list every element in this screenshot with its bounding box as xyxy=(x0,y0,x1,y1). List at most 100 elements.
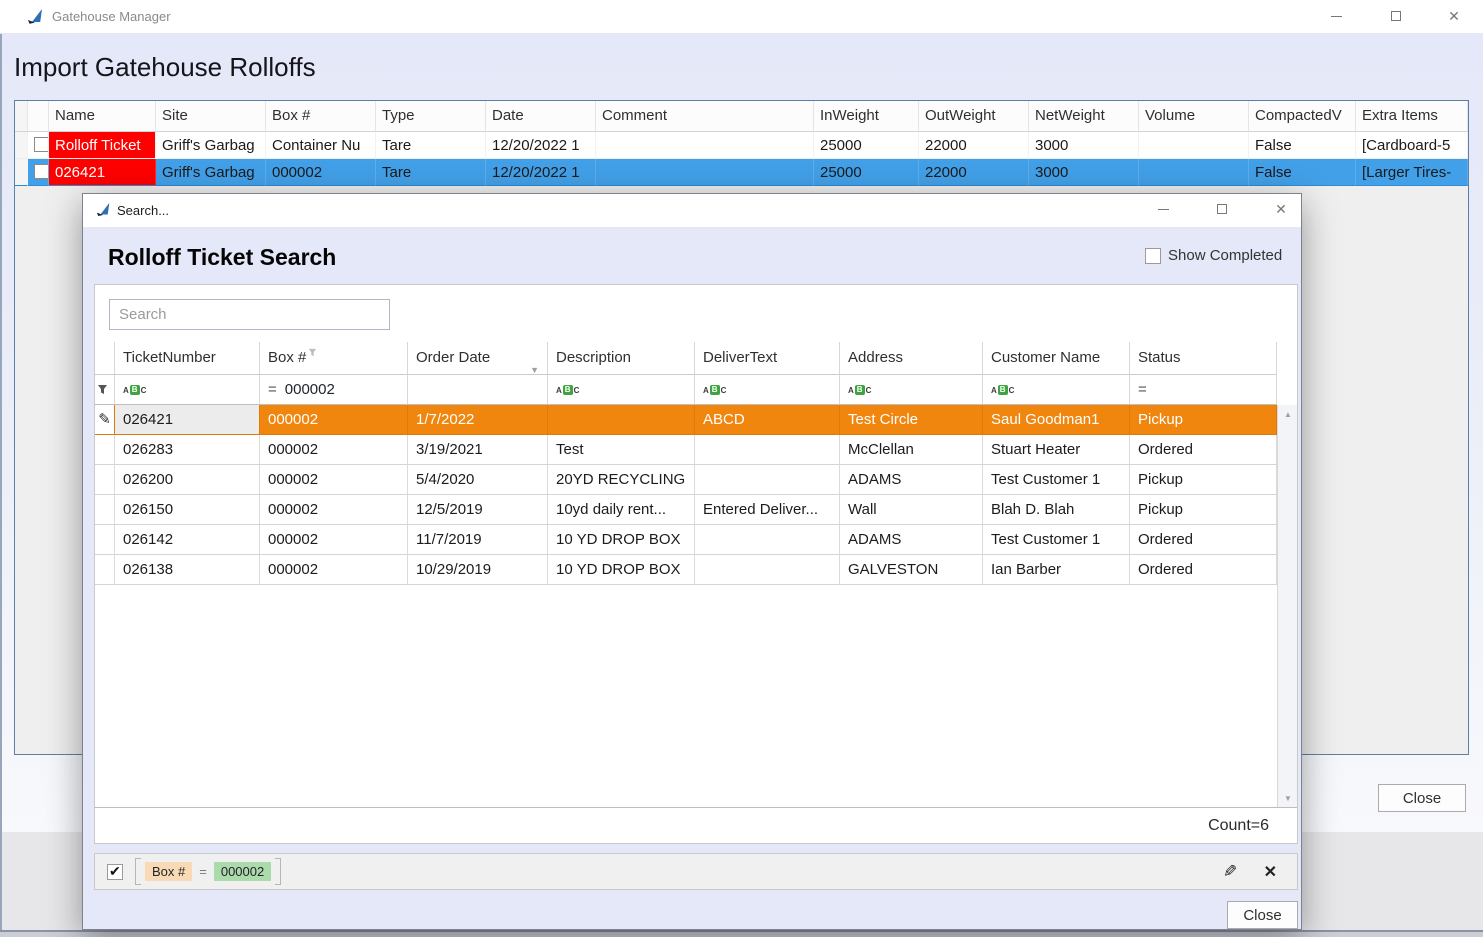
main-maximize-button[interactable] xyxy=(1376,3,1416,29)
column-header-type[interactable]: Type xyxy=(376,101,486,132)
dialog-close-button[interactable]: Close xyxy=(1227,901,1298,929)
filter-enabled-checkbox[interactable]: ✔ xyxy=(107,864,123,880)
cell-status[interactable]: Pickup xyxy=(1130,495,1277,525)
grid-row[interactable]: 026138 000002 10/29/2019 10 YD DROP BOX … xyxy=(95,555,1277,585)
cell-box[interactable]: 000002 xyxy=(260,435,408,465)
column-header-comment[interactable]: Comment xyxy=(596,101,814,132)
column-header-status[interactable]: Status xyxy=(1130,342,1277,375)
column-header-description[interactable]: Description xyxy=(548,342,695,375)
main-close-button[interactable]: Close xyxy=(1378,784,1466,812)
cell-outweight[interactable]: 22000 xyxy=(919,132,1029,159)
cell-box[interactable]: Container Nu xyxy=(266,132,376,159)
cell-description[interactable]: 10 YD DROP BOX xyxy=(548,555,695,585)
grid-row[interactable]: 026142 000002 11/7/2019 10 YD DROP BOX A… xyxy=(95,525,1277,555)
main-minimize-button[interactable] xyxy=(1316,3,1356,29)
cell-status[interactable]: Ordered xyxy=(1130,435,1277,465)
dialog-close-window-button[interactable]: ✕ xyxy=(1261,196,1301,222)
cell-outweight[interactable]: 22000 xyxy=(919,159,1029,186)
scroll-down-icon[interactable]: ▼ xyxy=(1278,789,1298,807)
equals-operator-icon[interactable]: = xyxy=(1138,375,1147,404)
cell-orderdate[interactable]: 3/19/2021 xyxy=(408,435,548,465)
cell-orderdate[interactable]: 11/7/2019 xyxy=(408,525,548,555)
cell-volume[interactable] xyxy=(1139,159,1249,186)
cell-box[interactable]: 000002 xyxy=(260,525,408,555)
column-header-address[interactable]: Address xyxy=(840,342,983,375)
column-header-volume[interactable]: Volume xyxy=(1139,101,1249,132)
cell-extra-items[interactable]: [Larger Tires- xyxy=(1356,159,1468,186)
cell-address[interactable]: ADAMS xyxy=(840,465,983,495)
row-checkbox[interactable] xyxy=(34,137,49,152)
filter-cell-address[interactable]: ABC xyxy=(840,375,983,405)
column-header-name[interactable]: Name xyxy=(49,101,156,132)
column-header-ticketnumber[interactable]: TicketNumber xyxy=(115,342,260,375)
cell-box[interactable]: 000002 xyxy=(260,495,408,525)
table-row-selected[interactable]: 026421 Griff's Garbag 000002 Tare 12/20/… xyxy=(15,159,1468,186)
filter-cell-ticketnumber[interactable]: ABC xyxy=(115,375,260,405)
cell-customer[interactable]: Stuart Heater xyxy=(983,435,1130,465)
filter-operator[interactable]: = xyxy=(199,864,207,879)
column-header-box[interactable]: Box # xyxy=(266,101,376,132)
cell-orderdate[interactable]: 12/5/2019 xyxy=(408,495,548,525)
cell-orderdate[interactable]: 1/7/2022 xyxy=(408,405,548,435)
cell-volume[interactable] xyxy=(1139,132,1249,159)
column-header-netweight[interactable]: NetWeight xyxy=(1029,101,1139,132)
cell-orderdate[interactable]: 10/29/2019 xyxy=(408,555,548,585)
equals-operator-icon[interactable]: = xyxy=(268,375,277,404)
filter-value-box[interactable]: 000002 xyxy=(285,375,335,404)
cell-type[interactable]: Tare xyxy=(376,132,486,159)
cell-compactedv[interactable]: False xyxy=(1249,132,1356,159)
cell-box[interactable]: 000002 xyxy=(260,555,408,585)
cell-status[interactable]: Pickup xyxy=(1130,405,1277,435)
cell-customer[interactable]: Test Customer 1 xyxy=(983,525,1130,555)
cell-description[interactable]: Test xyxy=(548,435,695,465)
cell-compactedv[interactable]: False xyxy=(1249,159,1356,186)
column-header-orderdate[interactable]: Order Date▼ xyxy=(408,342,548,375)
grid-row-selected[interactable]: ✎ 026421 000002 1/7/2022 ABCD Test Circl… xyxy=(95,405,1277,435)
cell-name[interactable]: 026421 xyxy=(49,159,156,186)
cell-description[interactable] xyxy=(548,405,695,435)
cell-comment[interactable] xyxy=(596,159,814,186)
checkbox-column-header[interactable] xyxy=(28,101,49,132)
cell-description[interactable]: 20YD RECYCLING xyxy=(548,465,695,495)
cell-delivertext[interactable] xyxy=(695,465,840,495)
table-row[interactable]: Rolloff Ticket Griff's Garbag Container … xyxy=(15,132,1468,159)
cell-customer[interactable]: Saul Goodman1 xyxy=(983,405,1130,435)
filter-value-chip[interactable]: 000002 xyxy=(214,862,271,881)
cell-netweight[interactable]: 3000 xyxy=(1029,132,1139,159)
column-filter-icon[interactable] xyxy=(308,344,317,361)
cell-delivertext[interactable] xyxy=(695,525,840,555)
grid-row[interactable]: 026200 000002 5/4/2020 20YD RECYCLING AD… xyxy=(95,465,1277,495)
grid-scrollbar[interactable]: ▲ ▼ xyxy=(1277,405,1297,807)
cell-date[interactable]: 12/20/2022 1 xyxy=(486,159,596,186)
filter-cell-orderdate[interactable] xyxy=(408,375,548,405)
main-close-window-button[interactable]: ✕ xyxy=(1434,3,1474,29)
column-header-delivertext[interactable]: DeliverText xyxy=(695,342,840,375)
cell-ticketnumber[interactable]: 026200 xyxy=(115,465,260,495)
dialog-minimize-button[interactable] xyxy=(1143,196,1183,222)
clear-filter-icon[interactable]: ✕ xyxy=(1264,862,1277,882)
cell-status[interactable]: Ordered xyxy=(1130,555,1277,585)
cell-site[interactable]: Griff's Garbag xyxy=(156,132,266,159)
row-checkbox-cell[interactable] xyxy=(28,159,49,186)
cell-address[interactable]: ADAMS xyxy=(840,525,983,555)
column-header-inweight[interactable]: InWeight xyxy=(814,101,919,132)
grid-row[interactable]: 026150 000002 12/5/2019 10yd daily rent.… xyxy=(95,495,1277,525)
cell-netweight[interactable]: 3000 xyxy=(1029,159,1139,186)
cell-customer[interactable]: Blah D. Blah xyxy=(983,495,1130,525)
cell-inweight[interactable]: 25000 xyxy=(814,159,919,186)
grid-row[interactable]: 026283 000002 3/19/2021 Test McClellan S… xyxy=(95,435,1277,465)
column-header-compactedv[interactable]: CompactedV xyxy=(1249,101,1356,132)
column-header-box[interactable]: Box # xyxy=(260,342,408,375)
cell-address[interactable]: Test Circle xyxy=(840,405,983,435)
cell-ticketnumber[interactable]: 026142 xyxy=(115,525,260,555)
cell-inweight[interactable]: 25000 xyxy=(814,132,919,159)
column-header-date[interactable]: Date xyxy=(486,101,596,132)
filter-cell-delivertext[interactable]: ABC xyxy=(695,375,840,405)
cell-type[interactable]: Tare xyxy=(376,159,486,186)
cell-extra-items[interactable]: [Cardboard-5 xyxy=(1356,132,1468,159)
cell-orderdate[interactable]: 5/4/2020 xyxy=(408,465,548,495)
filter-cell-description[interactable]: ABC xyxy=(548,375,695,405)
sort-dropdown-icon[interactable]: ▼ xyxy=(530,354,539,375)
cell-name[interactable]: Rolloff Ticket xyxy=(49,132,156,159)
cell-address[interactable]: McClellan xyxy=(840,435,983,465)
